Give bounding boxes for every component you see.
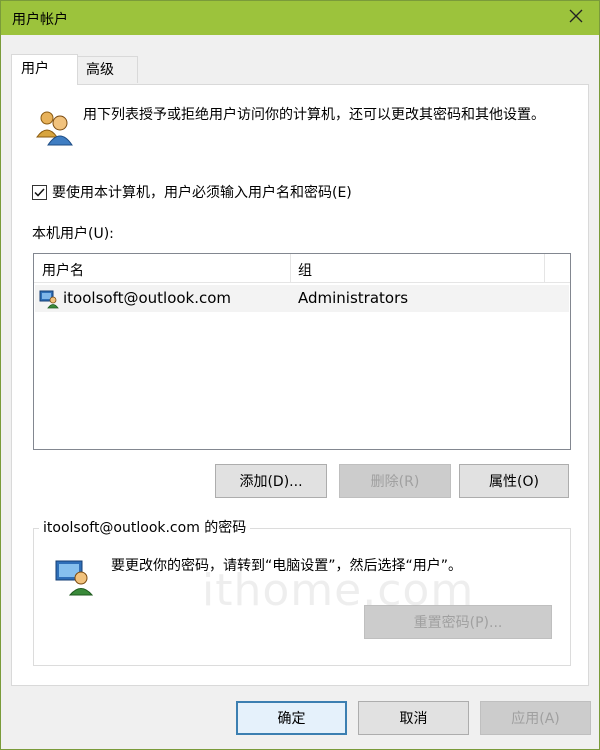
user-accounts-dialog: 用户帐户 用户 高级 用下列表授予或拒绝用户访问你的计算机，还可以更改其密码和其… — [0, 0, 600, 750]
require-password-checkbox[interactable] — [32, 184, 47, 200]
local-users-label: 本机用户(U): — [32, 226, 114, 242]
add-user-button[interactable]: 添加(D)... — [215, 464, 327, 498]
list-header: 用户名 组 — [34, 254, 570, 283]
column-header-username[interactable]: 用户名 — [42, 260, 84, 280]
apply-button[interactable]: 应用(A) — [480, 701, 591, 735]
table-row[interactable]: itoolsoft@outlook.com Administrators — [35, 285, 569, 312]
window-title: 用户帐户 — [12, 12, 68, 28]
tab-advanced[interactable]: 高级 — [76, 56, 138, 83]
password-group-title: itoolsoft@outlook.com 的密码 — [39, 517, 251, 537]
title-bar: 用户帐户 — [1, 1, 599, 35]
close-icon — [569, 9, 583, 27]
close-button[interactable] — [553, 1, 599, 35]
column-divider[interactable] — [290, 254, 291, 282]
tab-users[interactable]: 用户 — [11, 54, 78, 85]
row-group: Administrators — [298, 289, 409, 307]
require-password-option[interactable]: 要使用本计算机，用户必须输入用户名和密码(E) — [32, 182, 352, 202]
users-icon — [34, 107, 74, 151]
delete-user-button[interactable]: 删除(R) — [339, 464, 451, 498]
require-password-label: 要使用本计算机，用户必须输入用户名和密码(E) — [52, 185, 352, 201]
reset-password-button[interactable]: 重置密码(P)... — [364, 605, 552, 639]
user-password-icon — [54, 557, 94, 601]
properties-button[interactable]: 属性(O) — [459, 464, 569, 498]
cancel-button[interactable]: 取消 — [358, 701, 469, 735]
intro-text: 用下列表授予或拒绝用户访问你的计算机，还可以更改其密码和其他设置。 — [83, 107, 545, 123]
column-header-group[interactable]: 组 — [298, 260, 312, 280]
local-users-list[interactable]: 用户名 组 itoolsoft@outlook.com Administrato… — [33, 253, 571, 450]
password-help-text: 要更改你的密码，请转到“电脑设置”，然后选择“用户”。 — [111, 558, 463, 574]
users-tab-panel: 用下列表授予或拒绝用户访问你的计算机，还可以更改其密码和其他设置。 要使用本计算… — [11, 84, 589, 686]
user-account-icon — [39, 289, 59, 313]
column-divider[interactable] — [544, 254, 545, 282]
ok-button[interactable]: 确定 — [236, 701, 347, 735]
row-username: itoolsoft@outlook.com — [63, 289, 232, 307]
password-groupbox — [33, 528, 571, 666]
